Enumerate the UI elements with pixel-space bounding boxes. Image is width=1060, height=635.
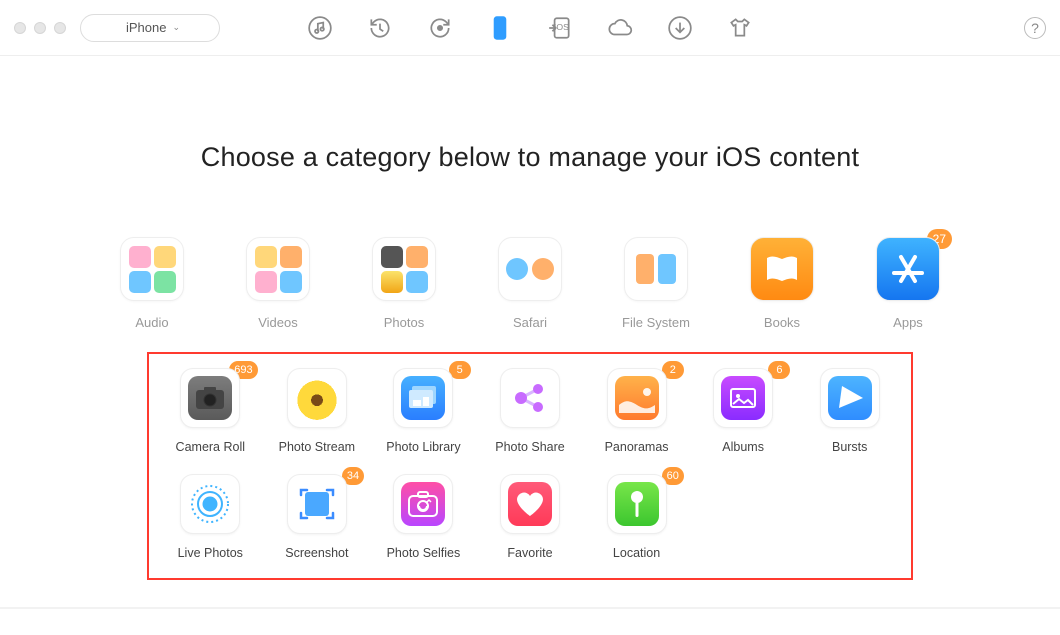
sub-label: Bursts xyxy=(832,440,867,454)
category-apps[interactable]: 27 Apps xyxy=(872,237,944,330)
sub-label: Photo Stream xyxy=(279,440,355,454)
tshirt-icon[interactable] xyxy=(726,14,754,42)
category-filesystem[interactable]: File System xyxy=(620,237,692,330)
panoramas-icon xyxy=(607,368,667,428)
sub-label: Photo Library xyxy=(386,440,460,454)
sub-live-photos[interactable]: Live Photos xyxy=(169,474,252,560)
category-audio[interactable]: Audio xyxy=(116,237,188,330)
category-label: Videos xyxy=(258,315,298,330)
photo-selfies-icon xyxy=(393,474,453,534)
category-books[interactable]: Books xyxy=(746,237,818,330)
sub-photo-library[interactable]: 5 Photo Library xyxy=(382,368,465,454)
sub-photo-stream[interactable]: Photo Stream xyxy=(276,368,359,454)
help-button[interactable]: ? xyxy=(1024,17,1046,39)
sub-label: Camera Roll xyxy=(176,440,245,454)
sub-label: Favorite xyxy=(507,546,552,560)
device-label: iPhone xyxy=(126,20,166,35)
sub-favorite[interactable]: Favorite xyxy=(489,474,572,560)
category-row: Audio Videos Photos Safari File System B… xyxy=(0,237,1060,330)
category-label: Books xyxy=(764,315,800,330)
sub-label: Panoramas xyxy=(605,440,669,454)
sub-label: Albums xyxy=(722,440,764,454)
sub-location[interactable]: 60 Location xyxy=(595,474,678,560)
window-controls xyxy=(14,22,66,34)
photo-library-icon xyxy=(393,368,453,428)
category-videos[interactable]: Videos xyxy=(242,237,314,330)
category-label: Safari xyxy=(513,315,547,330)
screenshot-icon xyxy=(287,474,347,534)
svg-text:iOS: iOS xyxy=(554,22,569,32)
cloud-icon[interactable] xyxy=(606,14,634,42)
location-icon xyxy=(607,474,667,534)
category-label: Photos xyxy=(384,315,424,330)
sub-label: Photo Share xyxy=(495,440,565,454)
albums-icon xyxy=(713,368,773,428)
sub-photo-share[interactable]: Photo Share xyxy=(489,368,572,454)
history-icon[interactable] xyxy=(366,14,394,42)
category-label: Apps xyxy=(893,315,923,330)
sub-albums[interactable]: 6 Albums xyxy=(702,368,785,454)
photo-share-icon xyxy=(500,368,560,428)
sub-bursts[interactable]: Bursts xyxy=(808,368,891,454)
favorite-icon xyxy=(500,474,560,534)
live-photos-icon xyxy=(180,474,240,534)
sub-label: Photo Selfies xyxy=(387,546,461,560)
wifi-transfer-icon[interactable] xyxy=(426,14,454,42)
footer-divider xyxy=(0,607,1060,609)
sub-label: Location xyxy=(613,546,660,560)
minimize-dot[interactable] xyxy=(34,22,46,34)
download-icon[interactable] xyxy=(666,14,694,42)
sub-camera-roll[interactable]: 693 Camera Roll xyxy=(169,368,252,454)
toolbar: iOS xyxy=(306,14,754,42)
music-icon[interactable] xyxy=(306,14,334,42)
phone-icon[interactable] xyxy=(486,14,514,42)
device-dropdown[interactable]: iPhone ⌄ xyxy=(80,14,220,42)
camera-roll-icon xyxy=(180,368,240,428)
sub-label: Screenshot xyxy=(285,546,348,560)
sub-screenshot[interactable]: 34 Screenshot xyxy=(276,474,359,560)
category-label: Audio xyxy=(135,315,168,330)
zoom-dot[interactable] xyxy=(54,22,66,34)
photo-stream-icon xyxy=(287,368,347,428)
category-label: File System xyxy=(622,315,690,330)
sub-label: Live Photos xyxy=(178,546,243,560)
page-title: Choose a category below to manage your i… xyxy=(0,142,1060,173)
sub-panoramas[interactable]: 2 Panoramas xyxy=(595,368,678,454)
audio-icon xyxy=(120,237,184,301)
apps-icon xyxy=(876,237,940,301)
sub-category-panel: 693 Camera Roll Photo Stream 5 Photo Lib… xyxy=(147,352,913,580)
category-photos[interactable]: Photos xyxy=(368,237,440,330)
chevron-down-icon: ⌄ xyxy=(172,22,180,33)
bursts-icon xyxy=(820,368,880,428)
videos-icon xyxy=(246,237,310,301)
to-ios-icon[interactable]: iOS xyxy=(546,14,574,42)
sub-photo-selfies[interactable]: Photo Selfies xyxy=(382,474,465,560)
safari-icon xyxy=(498,237,562,301)
close-dot[interactable] xyxy=(14,22,26,34)
books-icon xyxy=(750,237,814,301)
photos-icon xyxy=(372,237,436,301)
category-safari[interactable]: Safari xyxy=(494,237,566,330)
filesystem-icon xyxy=(624,237,688,301)
titlebar: iPhone ⌄ iOS ? xyxy=(0,0,1060,56)
